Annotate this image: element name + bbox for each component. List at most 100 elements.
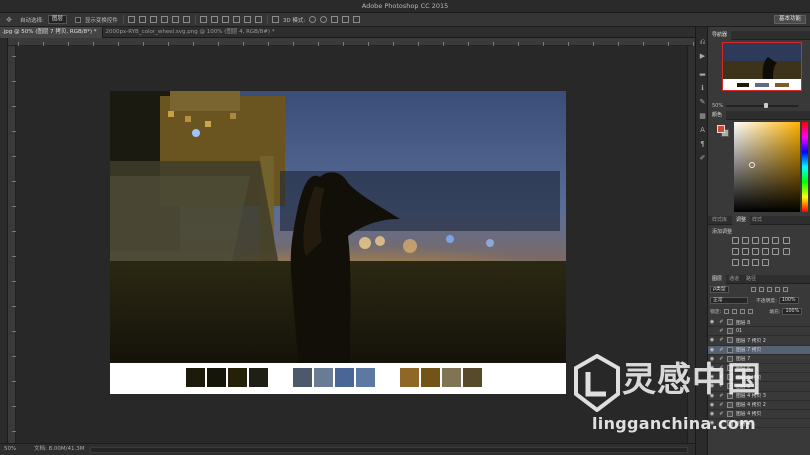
- vibrance-icon[interactable]: [771, 237, 779, 244]
- filter-adjustment-icon[interactable]: [758, 286, 764, 292]
- align-vcenter-icon[interactable]: [138, 16, 146, 23]
- visibility-eye-icon[interactable]: ◉: [708, 319, 716, 325]
- invert-icon[interactable]: [783, 248, 791, 255]
- layer-row[interactable]: ◉ ✐ 图层 7 拷贝 2: [708, 336, 810, 346]
- layer-name[interactable]: 图层 8: [736, 319, 750, 326]
- 3d-roll-icon[interactable]: [320, 16, 328, 23]
- document-tabs: .jpg @ 50% (图层 7 拷贝, RGB/8*) * 2000px-RY…: [0, 27, 695, 38]
- layer-name[interactable]: 01: [736, 329, 742, 334]
- threshold-icon[interactable]: [741, 259, 749, 266]
- photo-filter-icon[interactable]: [751, 248, 759, 255]
- horizontal-scrollbar[interactable]: [90, 447, 688, 453]
- black-white-icon[interactable]: [741, 248, 749, 255]
- layer-thumbnail[interactable]: [727, 328, 733, 335]
- show-transform-checkbox[interactable]: [74, 16, 81, 23]
- curves-icon[interactable]: [751, 237, 759, 244]
- clone-source-icon[interactable]: ▦: [699, 113, 706, 120]
- layer-row[interactable]: ◉ ✐ 图层 8: [708, 318, 810, 328]
- tab-layers[interactable]: 图层: [708, 275, 727, 284]
- filter-smart-icon[interactable]: [782, 286, 788, 292]
- tab-channels[interactable]: 通道: [725, 275, 743, 284]
- 3d-rotate-icon[interactable]: [309, 16, 317, 23]
- 3d-pan-icon[interactable]: [331, 16, 339, 23]
- filter-type-icon[interactable]: [766, 286, 772, 292]
- distribute-hcenter-icon[interactable]: [243, 16, 251, 23]
- fill-input[interactable]: 100%: [782, 307, 803, 315]
- hue-slider[interactable]: [802, 122, 808, 212]
- tab-styles[interactable]: 样式: [748, 216, 766, 225]
- auto-align-icon[interactable]: [271, 16, 279, 23]
- levels-icon[interactable]: [741, 237, 749, 244]
- histogram-icon[interactable]: ▂: [699, 69, 706, 76]
- tool-presets-icon[interactable]: ✐: [699, 155, 706, 162]
- palette-swatch-dark-4: [249, 368, 268, 387]
- status-bar: 50% 文档: 8.00M/41.3M: [0, 443, 695, 455]
- foreground-color-swatch[interactable]: [717, 125, 725, 133]
- layer-row[interactable]: ✐ 01: [708, 327, 810, 337]
- layer-thumbnail[interactable]: [727, 319, 733, 326]
- info-icon[interactable]: ℹ: [699, 85, 706, 92]
- opacity-input[interactable]: 100%: [778, 296, 799, 304]
- lock-pixels-icon[interactable]: [732, 308, 738, 314]
- lock-transparent-icon[interactable]: [724, 308, 730, 314]
- 3d-scale-icon[interactable]: [353, 16, 361, 23]
- navigator-thumbnail[interactable]: [722, 42, 802, 91]
- distribute-left-icon[interactable]: [232, 16, 240, 23]
- navigator-zoom-handle[interactable]: [764, 103, 768, 108]
- workspace-essentials-button[interactable]: 基本功能: [773, 15, 806, 24]
- color-picker-field[interactable]: [734, 122, 800, 212]
- tab-document-1[interactable]: .jpg @ 50% (图层 7 拷贝, RGB/8*) *: [0, 27, 103, 38]
- selective-color-icon[interactable]: [761, 259, 769, 266]
- brush-preset-icon[interactable]: ✎: [699, 99, 706, 106]
- divider: [122, 15, 124, 24]
- tab-document-2[interactable]: 2000px-RYB_color_wheel.svg.png @ 100% (图…: [102, 27, 280, 38]
- play-action-icon[interactable]: ▶: [699, 53, 706, 60]
- history-icon[interactable]: ⎌: [699, 39, 706, 46]
- color-balance-icon[interactable]: [731, 248, 739, 255]
- layer-thumbnail[interactable]: [727, 337, 733, 344]
- move-tool-icon[interactable]: ✥: [2, 15, 16, 25]
- palette-swatch-blue-1: [293, 368, 312, 387]
- layer-name[interactable]: 图层 7 拷贝 2: [736, 337, 766, 344]
- palette-swatch-warm-1: [400, 368, 419, 387]
- photoshop-window: Adobe Photoshop CC 2015 ✥ 自动选择: 图层 显示变换控…: [0, 0, 810, 455]
- watermark-logo-icon: [574, 354, 620, 412]
- distribute-top-icon[interactable]: [199, 16, 207, 23]
- align-top-icon[interactable]: [127, 16, 135, 23]
- color-picker-cursor[interactable]: [749, 162, 755, 168]
- distribute-bottom-icon[interactable]: [221, 16, 229, 23]
- lock-all-icon[interactable]: [748, 308, 754, 314]
- tab-libraries[interactable]: 样式库: [708, 216, 731, 225]
- exposure-icon[interactable]: [761, 237, 769, 244]
- blend-mode-dropdown[interactable]: 正常: [710, 296, 748, 304]
- posterize-icon[interactable]: [731, 259, 739, 266]
- filter-pixel-icon[interactable]: [750, 286, 756, 292]
- paragraph-icon[interactable]: ¶: [699, 141, 706, 148]
- tab-paths[interactable]: 路径: [742, 275, 760, 284]
- hue-saturation-icon[interactable]: [783, 237, 791, 244]
- align-left-icon[interactable]: [160, 16, 168, 23]
- auto-select-dropdown[interactable]: 图层: [47, 15, 67, 24]
- horizontal-ruler: [8, 38, 695, 46]
- opacity-label: 不透明度:: [756, 298, 777, 304]
- tab-color[interactable]: 颜色: [708, 111, 727, 120]
- align-bottom-icon[interactable]: [149, 16, 157, 23]
- lock-position-icon[interactable]: [740, 308, 746, 314]
- layer-kind-filter[interactable]: ρ类型: [710, 285, 729, 293]
- navigator-zoom-value[interactable]: 50%: [712, 103, 723, 109]
- brightness-icon[interactable]: [731, 237, 739, 244]
- align-hcenter-icon[interactable]: [171, 16, 179, 23]
- color-lookup-icon[interactable]: [771, 248, 779, 255]
- 3d-slide-icon[interactable]: [342, 16, 350, 23]
- distribute-right-icon[interactable]: [254, 16, 262, 23]
- character-icon[interactable]: A: [699, 127, 706, 134]
- distribute-vcenter-icon[interactable]: [210, 16, 218, 23]
- visibility-eye-icon[interactable]: ◉: [708, 337, 716, 343]
- gradient-map-icon[interactable]: [751, 259, 759, 266]
- filter-shape-icon[interactable]: [774, 286, 780, 292]
- channel-mixer-icon[interactable]: [761, 248, 769, 255]
- tab-navigator[interactable]: 导航器: [708, 31, 732, 40]
- zoom-level[interactable]: 50%: [4, 444, 16, 455]
- align-right-icon[interactable]: [182, 16, 190, 23]
- navigator-zoom-slider[interactable]: [726, 105, 798, 107]
